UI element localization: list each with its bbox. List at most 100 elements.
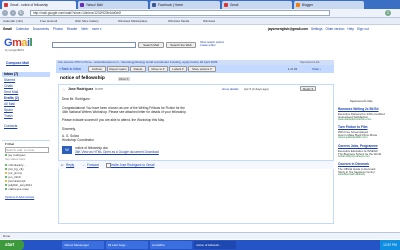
older-link[interactable]: Older › <box>312 66 321 72</box>
chat-header[interactable]: ▾ Chat <box>5 142 14 146</box>
ad-url[interactable]: www.Denmark.dk/study <box>338 173 365 176</box>
chat-panel: ▾ Chat Search, add, or invite jay rodrig… <box>2 140 50 211</box>
sidebar-item-trash[interactable]: Trash <box>4 114 50 119</box>
report-spam-button[interactable]: Report spam <box>107 66 129 72</box>
sidebar-item-chats[interactable]: Chats <box>4 84 50 89</box>
top-link-reader[interactable]: Reader <box>67 27 77 31</box>
beta-tagline: by Google BETA <box>5 49 25 52</box>
ad-title[interactable]: Courses in Denmark <box>338 162 369 166</box>
taskbar-item-music[interactable]: Mi Latir Gogr... <box>106 241 148 249</box>
gmail-favicon-icon <box>224 3 228 7</box>
blogger-favicon-icon <box>296 3 300 7</box>
browser-status-bar: Done <box>0 232 400 239</box>
search-options-link[interactable]: Show search options Create a filter <box>200 41 224 47</box>
tab-facebook[interactable]: Facebook | Home <box>150 1 220 9</box>
older-version-link[interactable]: Older version <box>326 27 345 31</box>
bookmark-item[interactable]: Windows Media <box>168 18 189 24</box>
top-link-more[interactable]: more ▾ <box>92 27 102 31</box>
chat-status-input[interactable]: Set status here <box>5 157 25 161</box>
message-closing: Sincerely, <box>62 127 76 131</box>
more-actions-dropdown[interactable]: More actions ▾ <box>188 66 216 72</box>
message-subject: notice of fellowship <box>60 76 105 81</box>
bookmark-item[interactable]: Calendar (mbl) <box>3 18 23 24</box>
top-link-calendar[interactable]: Calendar <box>16 27 29 31</box>
sender-name[interactable]: Jose Rodriguez <box>68 87 93 91</box>
tab-yahoo-mail[interactable]: Yahoo! Mail <box>78 1 148 9</box>
tab-gmail-notice[interactable]: Gmail - notice of fellowship <box>2 1 76 9</box>
search-input[interactable] <box>52 42 136 48</box>
reply-link[interactable]: Reply <box>66 163 74 167</box>
sidebar-item-drafts[interactable]: Drafts (2) <box>4 96 50 101</box>
forward-arrow-icon[interactable]: › <box>10 10 16 16</box>
back-arrow-icon[interactable]: ‹ <box>2 10 8 16</box>
message-greeting: Dear Mr. Rodriguez: <box>62 97 91 101</box>
search-mail-button[interactable]: Search Mail <box>138 42 164 48</box>
help-link[interactable]: Help <box>347 27 354 31</box>
invite-link[interactable]: Invite Jose Rodriguez to Gmail <box>111 163 154 167</box>
archive-button[interactable]: Archive <box>88 66 106 72</box>
top-link-documents[interactable]: Documents <box>33 27 49 31</box>
tab-gmail[interactable]: Gmail <box>222 1 292 9</box>
message-toolbar: « Back to Inbox Archive Report spam Dele… <box>56 65 334 73</box>
delete-button[interactable]: Delete <box>130 66 146 72</box>
show-details-link[interactable]: show details <box>222 87 239 91</box>
bookmark-item[interactable]: Web Slice Gallery <box>75 18 99 24</box>
settings-link[interactable]: Settings <box>311 27 323 31</box>
address-bar[interactable]: http://mail.google.com/mail/?shva=1#inbo… <box>30 10 330 16</box>
menu-icon[interactable]: ≡ <box>385 10 391 16</box>
compose-mail-link[interactable]: Compose Mail <box>6 61 29 65</box>
reply-bar: ↩ Reply → Forward Invite Jose Rodriguez … <box>58 160 334 169</box>
start-button[interactable]: start <box>0 240 24 250</box>
account-links: jaysenenglish@gmail.com Settings Older v… <box>268 27 369 31</box>
account-email: jaysenenglish@gmail.com <box>268 27 308 31</box>
ad-title[interactable]: Turn Fiction to Film <box>338 125 368 129</box>
taskbar-item-limewire[interactable]: LimeWire <box>150 241 192 249</box>
bookmark-item[interactable]: Free Hotmail <box>40 18 57 24</box>
message-signature: Workshop Coordinator <box>62 138 94 142</box>
back-to-inbox-link[interactable]: « Back to Inbox <box>59 66 81 72</box>
taskbar-item-browser[interactable]: notice of fellowsh... <box>194 241 236 249</box>
facebook-favicon-icon <box>152 3 156 7</box>
ad-url[interactable]: Gmail.Jobpost.careers.com <box>338 155 370 158</box>
sidebar-item-all-mail[interactable]: All Mail <box>4 102 50 107</box>
sidebar-item-sent-mail[interactable]: Sent Mail <box>4 90 50 95</box>
top-link-web[interactable]: Web <box>81 27 88 31</box>
move-to-dropdown[interactable]: Move to ▾ <box>148 66 168 72</box>
star-icon[interactable]: ☆ <box>62 87 66 92</box>
reply-dropdown[interactable]: Reply ▾ <box>300 86 316 91</box>
forward-arrow-icon: → <box>82 163 85 167</box>
sidebar-item-starred[interactable]: Starred <box>4 78 50 83</box>
message-paragraph: Please indicate soonest if you are able … <box>62 118 165 122</box>
sidebar-item-inbox[interactable]: Inbox (7) <box>2 72 50 77</box>
message-count: 1 of 31 <box>288 67 298 71</box>
gmail-logo[interactable]: Gmail <box>4 37 33 49</box>
gmail-favicon-icon <box>4 3 8 7</box>
sign-out-link[interactable]: Sign out <box>357 27 369 31</box>
word-doc-icon: W <box>62 146 72 154</box>
labels-dropdown[interactable]: Labels ▾ <box>169 66 187 72</box>
top-link-gmail[interactable]: Gmail <box>3 27 12 31</box>
sidebar-item-spam[interactable]: Spam <box>4 108 50 113</box>
browser-tab-bar: Gmail - notice of fellowship Yahoo! Mail… <box>0 0 400 9</box>
google-top-links: Gmail Calendar Documents Photos Reader W… <box>3 27 102 31</box>
system-clock: 12:57 PM <box>380 240 400 250</box>
yahoo-favicon-icon <box>80 3 84 7</box>
inbox-label-badge[interactable]: Inbox X <box>118 77 130 81</box>
reload-icon[interactable]: ↻ <box>18 10 24 16</box>
chat-contact[interactable]: catbreyes.snap <box>5 187 29 191</box>
attachment-actions[interactable]: 36K View as HTML Open as a Google docume… <box>75 150 159 154</box>
ad-url[interactable]: www.webtoolconnection.com <box>338 118 371 121</box>
tab-blogger[interactable]: Blogger <box>294 1 364 9</box>
ad-title[interactable]: Romance Writing 2x Bil Ed <box>338 107 379 111</box>
chat-options-link[interactable]: Options ▾ Add contact <box>5 195 34 199</box>
sidebar-item-contacts[interactable]: Contacts <box>4 124 50 129</box>
taskbar-item-messenger[interactable]: Yahoo! Messenger <box>62 241 104 249</box>
ad-url[interactable]: www.LanderlessFilm.com <box>338 136 367 139</box>
forward-link[interactable]: Forward <box>87 163 99 167</box>
top-link-photos[interactable]: Photos <box>53 27 63 31</box>
ad-title[interactable]: Careers Jobs, Programme <box>338 144 378 148</box>
search-web-button[interactable]: Search the Web <box>166 42 196 48</box>
message-container <box>58 84 334 224</box>
bookmark-item[interactable]: Windows <box>203 18 215 24</box>
bookmark-item[interactable]: Windows Marketplace <box>118 18 147 24</box>
